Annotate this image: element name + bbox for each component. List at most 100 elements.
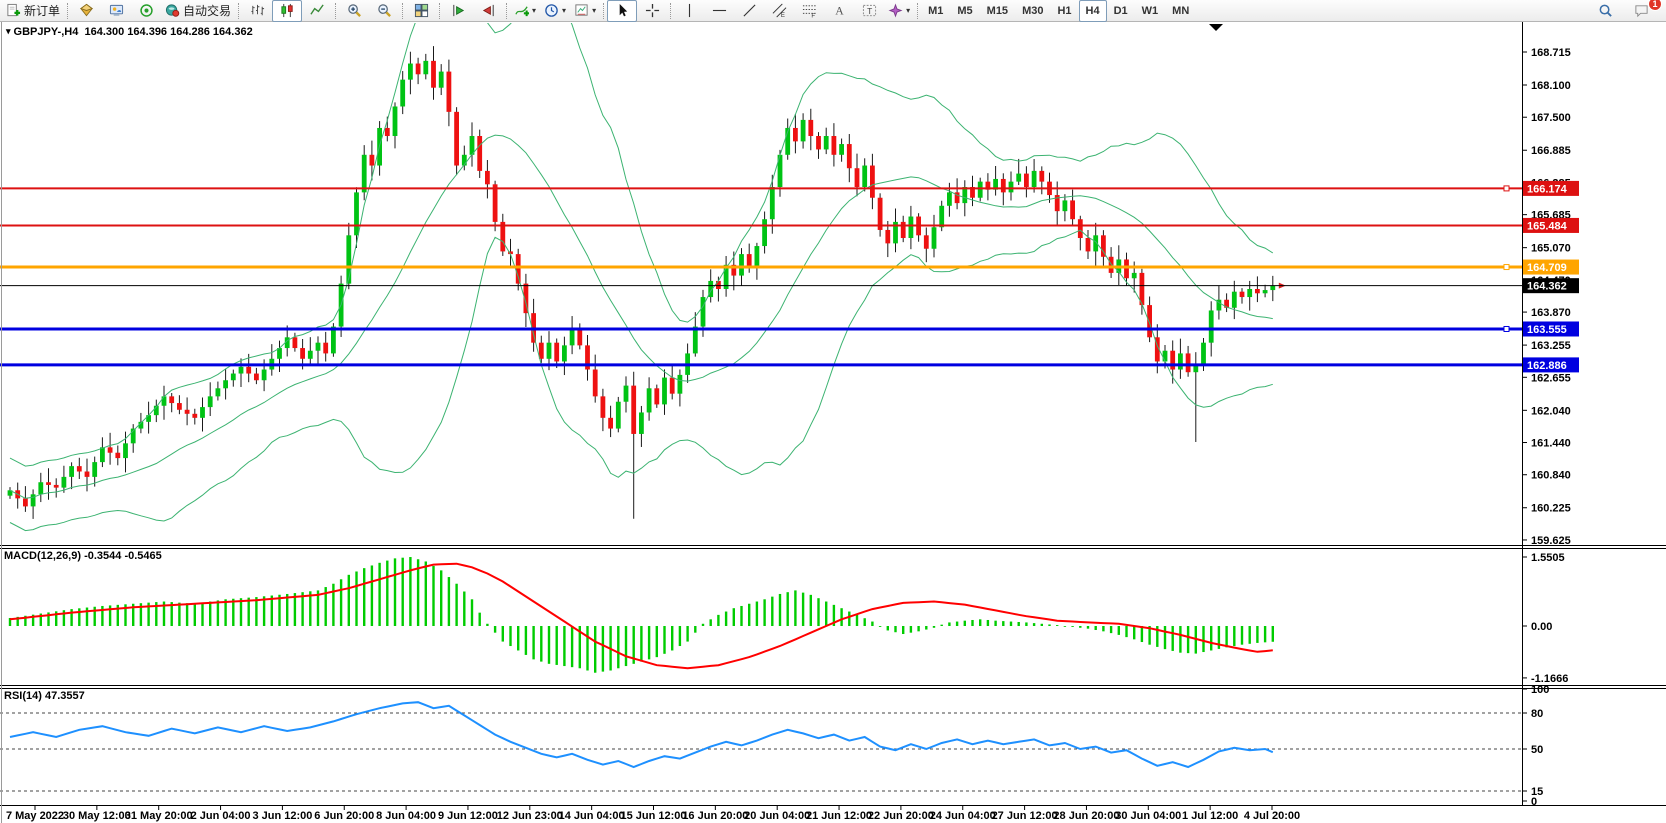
notification-badge: 1 bbox=[1648, 0, 1662, 11]
axis-label: 165.484 bbox=[1527, 220, 1568, 232]
tile-windows-button[interactable] bbox=[406, 0, 436, 22]
svg-text:E: E bbox=[780, 12, 784, 18]
candlestick-mode-button[interactable] bbox=[272, 0, 302, 22]
template-icon bbox=[574, 3, 589, 18]
timeframe-button-m30[interactable]: M30 bbox=[1015, 0, 1050, 22]
chart-shift-button[interactable] bbox=[473, 0, 503, 22]
trendline-icon bbox=[742, 3, 757, 18]
line-handle[interactable] bbox=[1504, 265, 1509, 270]
line-handle[interactable] bbox=[1504, 326, 1509, 331]
rsi-indicator-label: RSI(14) 47.3557 bbox=[4, 690, 85, 702]
rsi-panel[interactable] bbox=[0, 702, 1522, 791]
crosshair-tool-button[interactable] bbox=[637, 0, 667, 22]
axis-label: 2 Jun 04:00 bbox=[191, 810, 251, 822]
trendline-tool-button[interactable] bbox=[734, 0, 764, 22]
axis-label: 166.885 bbox=[1531, 145, 1571, 157]
time-axis[interactable]: 7 May 202230 May 12:0031 May 20:002 Jun … bbox=[6, 806, 1300, 822]
macd-panel[interactable] bbox=[9, 557, 1274, 673]
chevron-down-icon: ▾ bbox=[532, 7, 536, 15]
tiles-icon bbox=[414, 3, 429, 18]
axis-label: 31 May 20:00 bbox=[125, 810, 193, 822]
toolbar-separator bbox=[670, 3, 671, 19]
chart-canvas[interactable]: 168.715168.100167.500166.885166.285165.6… bbox=[0, 0, 1666, 823]
axis-label: 0.00 bbox=[1531, 621, 1552, 633]
templates-button[interactable]: ▾ bbox=[570, 0, 600, 22]
text-label-tool-button[interactable]: T bbox=[854, 0, 884, 22]
new-order-button[interactable]: 新订单 bbox=[2, 0, 64, 22]
fibonacci-tool-button[interactable]: F bbox=[794, 0, 824, 22]
chart-styles-button[interactable] bbox=[71, 0, 101, 22]
toolbar-separator bbox=[439, 3, 440, 19]
axis-label: 9 Jun 12:00 bbox=[438, 810, 498, 822]
search-button[interactable] bbox=[1590, 0, 1620, 22]
signals-button[interactable] bbox=[131, 0, 161, 22]
timeframe-button-h1[interactable]: H1 bbox=[1050, 0, 1078, 22]
toolbar-separator bbox=[238, 3, 239, 19]
timeframe-button-d1[interactable]: D1 bbox=[1107, 0, 1135, 22]
vertical-line-tool-button[interactable] bbox=[674, 0, 704, 22]
axis-label: 167.500 bbox=[1531, 112, 1571, 124]
timeframe-button-m1[interactable]: M1 bbox=[921, 0, 950, 22]
axis-label: 12 Jun 23:00 bbox=[497, 810, 563, 822]
axis-label: 162.040 bbox=[1531, 405, 1571, 417]
auto-scroll-button[interactable] bbox=[443, 0, 473, 22]
price-axis[interactable]: 168.715168.100167.500166.885166.285165.6… bbox=[1522, 47, 1579, 808]
chart-window[interactable]: 168.715168.100167.500166.885166.285165.6… bbox=[0, 0, 1666, 823]
mql-icon bbox=[109, 3, 124, 18]
periods-button[interactable]: ▾ bbox=[540, 0, 570, 22]
arrows-tool-button[interactable]: ▾ bbox=[884, 0, 914, 22]
mql-community-button[interactable] bbox=[101, 0, 131, 22]
axis-label: 164.362 bbox=[1527, 281, 1567, 293]
main-price-panel[interactable] bbox=[8, 0, 1286, 531]
text-tool-button[interactable]: A bbox=[824, 0, 854, 22]
search-icon bbox=[1598, 3, 1613, 18]
bars-icon bbox=[250, 3, 265, 18]
timeframe-button-mn[interactable]: MN bbox=[1165, 0, 1196, 22]
horizontal-line-tool-button[interactable] bbox=[704, 0, 734, 22]
axis-label: 6 Jun 20:00 bbox=[314, 810, 374, 822]
hline-icon bbox=[712, 3, 727, 18]
macd-indicator-label: MACD(12,26,9) -0.3544 -0.5465 bbox=[4, 550, 162, 562]
bar-chart-mode-button[interactable] bbox=[242, 0, 272, 22]
arrows-icon bbox=[888, 3, 903, 18]
axis-label: 160.225 bbox=[1531, 503, 1571, 515]
toolbar-separator bbox=[506, 3, 507, 19]
timeframe-button-w1[interactable]: W1 bbox=[1135, 0, 1166, 22]
svg-text:T: T bbox=[867, 6, 872, 16]
toolbar-separator bbox=[402, 3, 403, 19]
axis-label: 16 Jun 20:00 bbox=[682, 810, 748, 822]
timeframe-button-h4[interactable]: H4 bbox=[1079, 0, 1107, 22]
zoomin-icon bbox=[347, 3, 362, 18]
chart-shift-marker-icon[interactable] bbox=[1209, 24, 1223, 31]
axis-label: 8 Jun 04:00 bbox=[376, 810, 436, 822]
axis-label: 165.070 bbox=[1531, 243, 1571, 255]
axis-label: 100 bbox=[1531, 684, 1549, 696]
zoom-out-button[interactable] bbox=[369, 0, 399, 22]
axis-label: 30 Jun 04:00 bbox=[1115, 810, 1181, 822]
ohlc-values: 164.300 164.396 164.286 164.362 bbox=[84, 26, 252, 38]
line-chart-mode-button[interactable] bbox=[302, 0, 332, 22]
channel-tool-button[interactable]: E bbox=[764, 0, 794, 22]
timeframe-button-m15[interactable]: M15 bbox=[980, 0, 1015, 22]
rsi-line bbox=[10, 702, 1273, 767]
indicators-button[interactable]: ▾ bbox=[510, 0, 540, 22]
timeframe-button-m5[interactable]: M5 bbox=[950, 0, 979, 22]
fibo-icon: F bbox=[802, 3, 817, 18]
autotrade-button[interactable]: 自动交易 bbox=[161, 0, 235, 22]
zoom-in-button[interactable] bbox=[339, 0, 369, 22]
vline-icon bbox=[682, 3, 697, 18]
cursor-icon bbox=[615, 3, 630, 18]
axis-label: 0 bbox=[1531, 796, 1537, 808]
candles-layer bbox=[8, 46, 1276, 519]
toolbar-separator bbox=[917, 3, 918, 19]
svg-text:A: A bbox=[835, 5, 844, 18]
community-chat-button[interactable]: 1 bbox=[1626, 0, 1656, 22]
line-handle[interactable] bbox=[1504, 186, 1509, 191]
expander-icon[interactable]: ▾ bbox=[6, 26, 11, 36]
toolbar-separator bbox=[603, 3, 604, 19]
chart-ohlc-title: ▾GBPJPY-,H4 164.300 164.396 164.286 164.… bbox=[6, 26, 253, 38]
bollinger-bands bbox=[10, 0, 1273, 531]
axis-label: 50 bbox=[1531, 744, 1543, 756]
cursor-tool-button[interactable] bbox=[607, 0, 637, 22]
signal-icon bbox=[139, 3, 154, 18]
